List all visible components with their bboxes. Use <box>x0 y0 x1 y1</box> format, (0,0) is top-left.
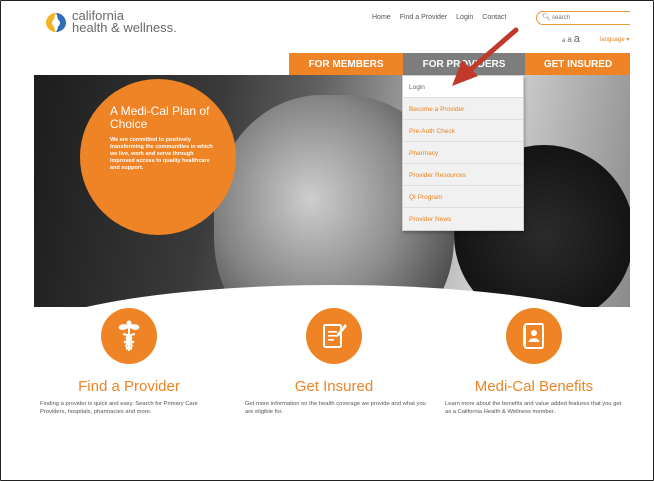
logo-text-line2: health & wellness. <box>72 20 177 35</box>
topnav-login-link[interactable]: Login <box>456 14 473 21</box>
feature-title[interactable]: Medi-Cal Benefits <box>439 378 629 395</box>
caduceus-icon <box>118 320 140 351</box>
hero-text: We are committed to positively transform… <box>110 137 213 171</box>
topnav-contact-link[interactable]: Contact <box>482 14 506 21</box>
logo-icon <box>46 13 66 32</box>
font-size-small-button[interactable]: a <box>562 38 565 44</box>
font-size-large-button[interactable]: a <box>574 33 580 45</box>
feature-title[interactable]: Get Insured <box>239 378 429 395</box>
topnav-home-link[interactable]: Home <box>372 14 391 21</box>
site-logo[interactable]: california health & wellness. <box>44 9 177 35</box>
feature-title[interactable]: Find a Provider <box>34 378 224 395</box>
menu-item-qi-program[interactable]: QI Program <box>403 186 523 208</box>
font-size-medium-button[interactable]: a <box>567 35 571 44</box>
menu-item-become-provider[interactable]: Become a Provider <box>403 98 523 120</box>
feature-text: Finding a provider is quick and easy. Se… <box>40 401 198 415</box>
feature-text: Get more information on the health cover… <box>245 401 426 415</box>
language-selector[interactable]: language ▾ <box>600 36 629 43</box>
document-pencil-icon <box>323 324 347 348</box>
providers-dropdown-menu: Login Become a Provider Pre-Auth Check P… <box>402 75 524 231</box>
search-input[interactable] <box>552 15 630 21</box>
nav-for-providers[interactable]: FOR PROVIDERS <box>403 53 525 75</box>
main-navigation: FOR MEMBERS FOR PROVIDERS GET INSURED <box>289 53 630 75</box>
nav-for-members[interactable]: FOR MEMBERS <box>289 53 403 75</box>
id-card-icon <box>523 323 544 349</box>
topnav-find-provider-link[interactable]: Find a Provider <box>400 14 447 21</box>
feature-text: Learn more about the benefits and value … <box>445 401 622 415</box>
font-size-controls: a a a <box>562 33 580 45</box>
hero-title: A Medi-Cal Plan of Choice <box>110 104 210 131</box>
menu-item-pharmacy[interactable]: Pharmacy <box>403 142 523 164</box>
menu-item-provider-resources[interactable]: Provider Resources <box>403 164 523 186</box>
page: california health & wellness. Home Find … <box>34 6 630 480</box>
feature-get-insured[interactable]: Get Insured Get more information on the … <box>239 308 429 416</box>
feature-medi-cal-benefits[interactable]: Medi-Cal Benefits Learn more about the b… <box>439 308 629 416</box>
hero-callout: A Medi-Cal Plan of Choice We are committ… <box>80 79 236 235</box>
nav-get-insured[interactable]: GET INSURED <box>525 53 630 75</box>
feature-find-provider[interactable]: Find a Provider Finding a provider is qu… <box>34 308 224 416</box>
menu-item-pre-auth-check[interactable]: Pre-Auth Check <box>403 120 523 142</box>
menu-item-provider-news[interactable]: Provider News <box>403 208 523 230</box>
search-icon[interactable]: 🔍︎ <box>542 14 551 22</box>
top-navigation: Home Find a Provider Login Contact <box>372 14 506 21</box>
menu-item-login[interactable]: Login <box>403 76 523 98</box>
search-box[interactable]: 🔍︎ <box>536 11 630 25</box>
hero-banner: A Medi-Cal Plan of Choice We are committ… <box>34 75 630 307</box>
